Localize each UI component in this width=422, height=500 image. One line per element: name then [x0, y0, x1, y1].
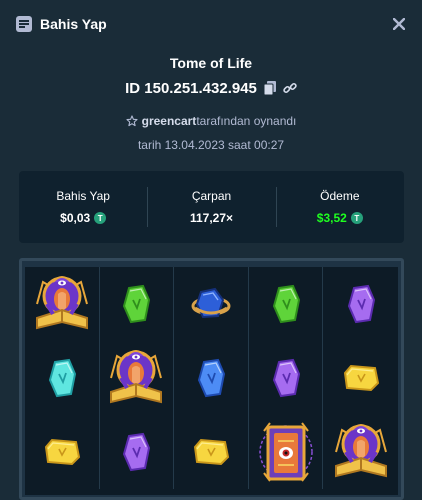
- reel-cell: [174, 341, 249, 415]
- green-rune-icon: [121, 284, 151, 324]
- stat-payout-label: Ödeme: [320, 189, 360, 203]
- bet-slip-icon: [16, 16, 32, 32]
- game-title[interactable]: Tome of Life: [0, 55, 422, 71]
- stat-bet-value-row: $0,03 T: [60, 211, 107, 225]
- green-rune-icon: [271, 284, 301, 324]
- star-icon: [126, 115, 138, 127]
- reel-cell: [323, 267, 398, 341]
- reel-cell: [25, 267, 100, 341]
- yellow-rune-icon: [191, 437, 231, 467]
- reel-cell: [249, 415, 324, 489]
- slot-reels-frame: [19, 258, 404, 500]
- blue-rune-icon: [196, 358, 226, 398]
- reel-cell: [25, 415, 100, 489]
- played-by-text: tarafından oynandı: [196, 114, 297, 128]
- bet-date: tarih 13.04.2023 saat 00:27: [137, 138, 285, 152]
- reel-cell: [174, 415, 249, 489]
- close-icon[interactable]: [390, 15, 408, 33]
- reel-cell: [323, 415, 398, 489]
- yellow-rune-icon: [341, 363, 381, 393]
- stat-payout: Ödeme $3,52 T: [275, 171, 404, 243]
- priestess-wild-icon: [33, 274, 91, 334]
- tether-coin-icon: T: [94, 212, 107, 224]
- reel-cell: [249, 267, 324, 341]
- reel-cell: [100, 267, 175, 341]
- modal-title: Bahis Yap: [40, 16, 107, 32]
- stat-multiplier-label: Çarpan: [191, 189, 232, 203]
- purple-rune-icon: [346, 284, 376, 324]
- yellow-rune-icon: [42, 437, 82, 467]
- bet-id-row: ID 150.251.432.945: [0, 78, 422, 98]
- stat-bet-value: $0,03: [60, 211, 91, 225]
- purple-rune-icon: [271, 358, 301, 398]
- bet-id: ID 150.251.432.945: [125, 79, 257, 97]
- link-icon[interactable]: [283, 81, 297, 95]
- tome-scatter-icon: [258, 419, 314, 485]
- copy-icon[interactable]: [263, 81, 277, 95]
- reel-cell: [25, 341, 100, 415]
- blue-orb-ring-icon: [189, 284, 233, 324]
- stat-bet-label: Bahis Yap: [56, 189, 110, 203]
- player-username[interactable]: greencart: [142, 114, 197, 128]
- priestess-wild-icon: [107, 348, 165, 408]
- bet-stats-panel: Bahis Yap $0,03 T Çarpan 117,27× Ödeme $…: [19, 171, 404, 243]
- stat-payout-value-row: $3,52 T: [317, 211, 363, 225]
- reel-cell: [249, 341, 324, 415]
- cyan-rune-icon: [47, 358, 77, 398]
- slot-reels-grid: [25, 267, 398, 495]
- reel-cell: [100, 341, 175, 415]
- reel-cell: [323, 341, 398, 415]
- reel-cell: [100, 415, 175, 489]
- played-by-row: greencart tarafından oynandı: [0, 112, 422, 130]
- stat-payout-value: $3,52: [316, 211, 347, 225]
- reel-cell: [174, 267, 249, 341]
- stat-multiplier: Çarpan 117,27×: [147, 171, 275, 243]
- purple-rune-icon: [121, 432, 151, 472]
- tether-coin-icon: T: [350, 212, 363, 224]
- stat-multiplier-value: 117,27×: [189, 211, 234, 225]
- stat-bet: Bahis Yap $0,03 T: [19, 171, 147, 243]
- priestess-wild-icon: [332, 422, 390, 482]
- modal-header: Bahis Yap: [0, 0, 422, 48]
